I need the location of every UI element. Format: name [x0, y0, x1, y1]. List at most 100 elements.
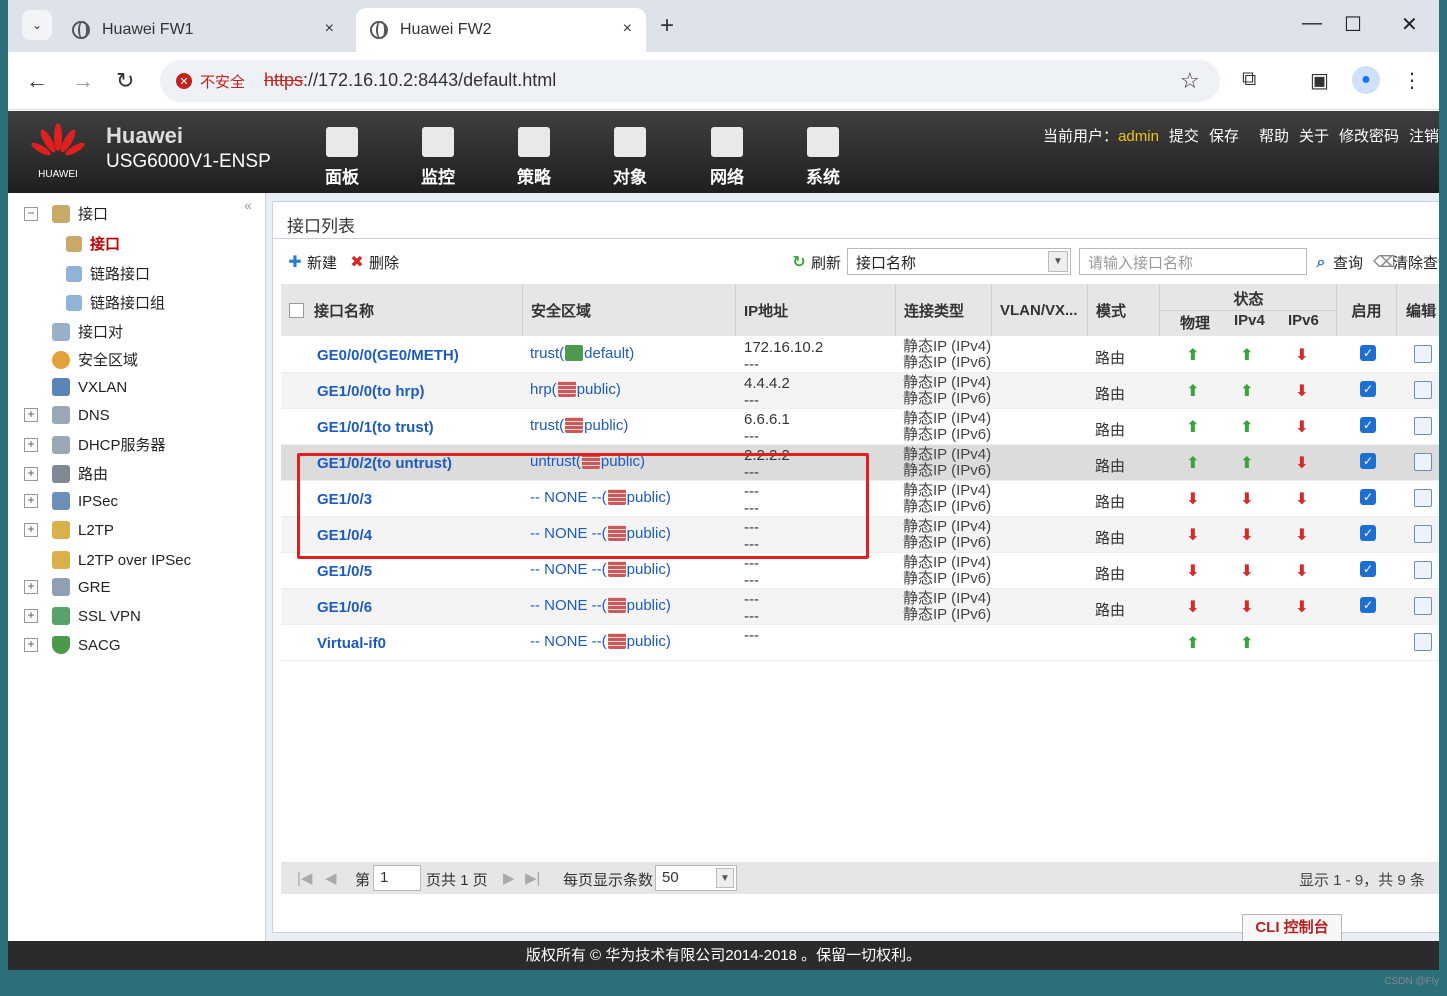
chevron-down-icon[interactable]: ▼: [1048, 251, 1068, 272]
sidebar-item-interface-pair[interactable]: 接口对: [52, 321, 123, 342]
menu-object[interactable]: 对象: [595, 127, 665, 188]
chevron-down-icon[interactable]: ▼: [716, 868, 734, 888]
security-zone-link[interactable]: -- NONE --(public): [530, 633, 671, 650]
col-header-vlan[interactable]: VLAN/VX...: [992, 284, 1088, 336]
reload-icon[interactable]: ↻: [116, 68, 134, 94]
sidebar-item-interface[interactable]: 接口: [66, 233, 120, 254]
interface-name-link[interactable]: GE0/0/0(GE0/METH): [317, 347, 459, 364]
refresh-button[interactable]: ↻ 刷新: [791, 252, 841, 273]
extensions-icon[interactable]: ⧉: [1242, 68, 1256, 91]
expand-toggle[interactable]: +: [24, 408, 38, 422]
interface-name-link[interactable]: Virtual-if0: [317, 635, 386, 652]
enable-checkbox[interactable]: ✓: [1360, 417, 1376, 433]
tab-huawei-fw2[interactable]: Huawei FW2 ×: [356, 8, 646, 52]
edit-icon[interactable]: [1414, 561, 1432, 579]
menu-policy[interactable]: 策略: [499, 127, 569, 188]
sidebar-item-sacg[interactable]: + SACG: [24, 636, 121, 654]
expand-toggle[interactable]: +: [24, 523, 38, 537]
last-page-icon[interactable]: ▶|: [525, 869, 540, 887]
enable-checkbox[interactable]: ✓: [1360, 489, 1376, 505]
table-row[interactable]: GE1/0/1(to trust) trust(public) 6.6.6.1 ---…: [281, 409, 1439, 445]
browser-menu-icon[interactable]: ⋮: [1402, 68, 1422, 93]
enable-checkbox[interactable]: ✓: [1360, 381, 1376, 397]
edit-icon[interactable]: [1414, 525, 1432, 543]
first-page-icon[interactable]: |◀: [297, 869, 312, 887]
enable-checkbox[interactable]: ✓: [1360, 525, 1376, 541]
col-header-ip[interactable]: IP地址: [736, 284, 896, 336]
forward-icon[interactable]: →: [72, 68, 94, 94]
sidebar-item-dhcp[interactable]: + DHCP服务器: [24, 434, 166, 455]
security-zone-link[interactable]: -- NONE --(public): [530, 597, 671, 614]
next-page-icon[interactable]: ▶: [503, 869, 515, 887]
expand-toggle[interactable]: +: [24, 638, 38, 652]
sidebar-item-ipsec[interactable]: + IPSec: [24, 492, 118, 510]
sidebar-item-ssl-vpn[interactable]: + SSL VPN: [24, 607, 141, 625]
bookmark-star-icon[interactable]: ☆: [1180, 68, 1200, 94]
edit-icon[interactable]: [1414, 417, 1432, 435]
help-link[interactable]: 帮助: [1259, 125, 1289, 146]
col-header-conn[interactable]: 连接类型: [896, 284, 992, 336]
side-panel-icon[interactable]: ▣: [1310, 68, 1329, 93]
sidebar-item-l2tp-over-ipsec[interactable]: L2TP over IPSec: [52, 551, 191, 569]
interface-name-link[interactable]: GE1/0/1(to trust): [317, 419, 434, 436]
expand-toggle[interactable]: +: [24, 437, 38, 452]
prev-page-icon[interactable]: ◀: [325, 869, 337, 887]
menu-system[interactable]: 系统: [788, 127, 858, 188]
collapse-toggle[interactable]: −: [24, 206, 38, 221]
url-box[interactable]: ✕ 不安全 https://172.16.10.2:8443/default.h…: [160, 60, 1220, 102]
per-page-select[interactable]: 50 ▼: [655, 865, 737, 891]
sidebar-item-dns[interactable]: + DNS: [24, 406, 110, 424]
page-number-input[interactable]: 1: [373, 865, 421, 891]
save-link[interactable]: 保存: [1209, 125, 1239, 146]
table-row[interactable]: Virtual-if0 -- NONE --(public) --- ⬆ ⬆: [281, 625, 1439, 661]
edit-icon[interactable]: [1414, 345, 1432, 363]
edit-icon[interactable]: [1414, 489, 1432, 507]
query-button[interactable]: ⌕ 查询: [1313, 252, 1364, 273]
sidebar-item-link-interface-group[interactable]: 链路接口组: [66, 292, 165, 313]
sidebar-item-l2tp[interactable]: + L2TP: [24, 521, 114, 539]
sidebar-item-interface-group[interactable]: − 接口: [24, 203, 108, 224]
maximize-icon[interactable]: ☐: [1344, 12, 1362, 37]
menu-network[interactable]: 网络: [692, 127, 762, 188]
sidebar-item-vxlan[interactable]: VXLAN: [52, 378, 127, 396]
expand-toggle[interactable]: +: [24, 494, 38, 508]
security-zone-link[interactable]: trust(default): [530, 345, 634, 362]
new-button[interactable]: ✚ 新建: [287, 252, 337, 273]
back-icon[interactable]: ←: [26, 68, 48, 94]
tab-close-button[interactable]: ×: [325, 20, 334, 38]
col-header-name[interactable]: 接口名称: [281, 284, 523, 336]
menu-monitor[interactable]: 监控: [403, 127, 473, 188]
sidebar-item-link-interface[interactable]: 链路接口: [66, 263, 150, 284]
logout-link[interactable]: 注销: [1409, 125, 1439, 146]
edit-icon[interactable]: [1414, 381, 1432, 399]
security-zone-link[interactable]: hrp(public): [530, 381, 621, 398]
window-close-icon[interactable]: ✕: [1401, 12, 1418, 37]
menu-dashboard[interactable]: 面板: [307, 127, 377, 188]
select-all-checkbox[interactable]: [289, 302, 304, 318]
about-link[interactable]: 关于: [1299, 125, 1329, 146]
enable-checkbox[interactable]: ✓: [1360, 561, 1376, 577]
enable-checkbox[interactable]: ✓: [1360, 453, 1376, 469]
security-zone-link[interactable]: trust(public): [530, 417, 628, 434]
expand-toggle[interactable]: +: [24, 466, 38, 481]
profile-avatar[interactable]: ●: [1352, 66, 1380, 94]
security-zone-link[interactable]: -- NONE --(public): [530, 561, 671, 578]
delete-button[interactable]: ✖ 删除: [349, 252, 399, 273]
submit-link[interactable]: 提交: [1169, 125, 1199, 146]
enable-checkbox[interactable]: ✓: [1360, 345, 1376, 361]
table-row[interactable]: GE1/0/6 -- NONE --(public) --- --- 静态IP (IPv…: [281, 589, 1439, 625]
collapse-icon[interactable]: «: [244, 197, 252, 213]
url-text[interactable]: https://172.16.10.2:8443/default.html: [264, 70, 556, 91]
minimize-icon[interactable]: —: [1302, 12, 1322, 35]
edit-icon[interactable]: [1414, 597, 1432, 615]
new-tab-button[interactable]: +: [660, 12, 674, 40]
interface-name-link[interactable]: GE1/0/5: [317, 563, 372, 580]
table-row[interactable]: GE1/0/0(to hrp) hrp(public) 4.4.4.2 --- 静态IP…: [281, 373, 1439, 409]
cli-console-button[interactable]: CLI 控制台: [1242, 914, 1342, 942]
interface-name-link[interactable]: GE1/0/6: [317, 599, 372, 616]
expand-toggle[interactable]: +: [24, 609, 38, 623]
sidebar-item-gre[interactable]: + GRE: [24, 578, 111, 596]
tab-search-button[interactable]: ⌄: [22, 10, 52, 40]
sidebar-item-security-zone[interactable]: 安全区域: [52, 349, 138, 370]
tab-huawei-fw1[interactable]: Huawei FW1 ×: [58, 8, 348, 52]
